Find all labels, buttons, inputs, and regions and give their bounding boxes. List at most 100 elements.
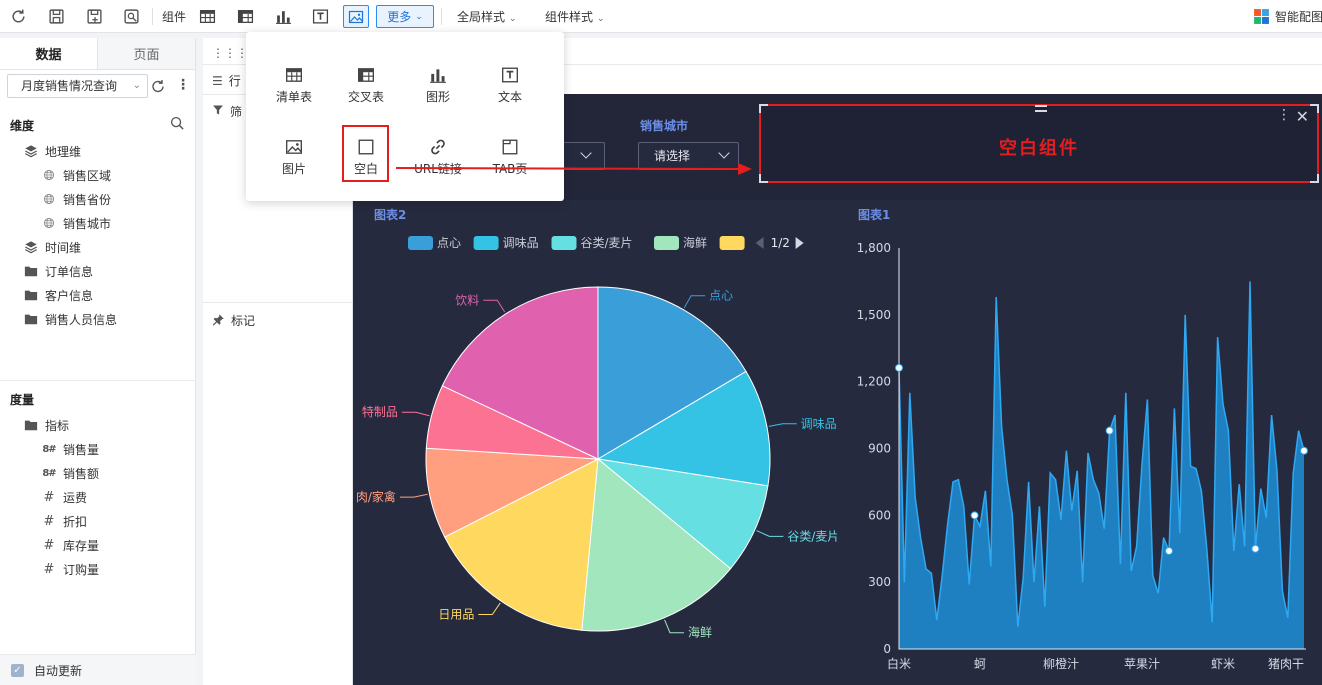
legend-label[interactable]: 谷类/麦片	[581, 236, 633, 250]
close-icon[interactable]: ✕	[1296, 107, 1309, 126]
popup-item-list-table[interactable]: 清单表	[258, 64, 330, 114]
field-item[interactable]: # 库存量	[0, 533, 196, 557]
pie-label: 调味品	[801, 417, 837, 431]
resize-handle[interactable]	[759, 174, 768, 183]
legend-swatch[interactable]	[473, 236, 499, 250]
resize-handle[interactable]	[1310, 174, 1319, 183]
field-item[interactable]: 指标	[0, 413, 196, 437]
field-item[interactable]: # 折扣	[0, 509, 196, 533]
drag-handle-icon[interactable]	[1035, 105, 1047, 112]
save-as-icon[interactable]	[83, 6, 105, 26]
globe-icon	[42, 192, 56, 206]
global-style-menu[interactable]: 全局样式 ⌄	[457, 8, 517, 25]
data-panel: 数据 页面 月度销售情况查询 ⌄ ⋮ 维度 度量 ✓ 自动更新 地理维 销售区域销…	[0, 38, 196, 685]
hash-icon: #	[43, 537, 55, 553]
legend-label[interactable]: 调味品	[503, 236, 539, 250]
field-item[interactable]: 客户信息	[0, 283, 196, 307]
data-point[interactable]	[1251, 544, 1260, 553]
field-item-label: 销售省份	[63, 192, 112, 207]
smart-config-label[interactable]: 智能配图	[1275, 8, 1322, 25]
legend-prev-icon[interactable]	[755, 237, 764, 249]
component-style-menu[interactable]: 组件样式 ⌄	[545, 8, 605, 25]
field-item[interactable]: 8# 销售额	[0, 461, 196, 485]
field-item-label: 销售额	[63, 466, 100, 481]
field-item[interactable]: 销售人员信息	[0, 307, 196, 331]
more-button[interactable]: 更多 ⌄	[376, 5, 434, 28]
filter-select-1[interactable]	[560, 142, 605, 170]
list-table-icon[interactable]	[196, 6, 218, 26]
field-item[interactable]: # 运费	[0, 485, 196, 509]
image-button[interactable]	[343, 5, 369, 28]
filter-shelf[interactable]: 筛	[212, 103, 242, 120]
search-icon[interactable]	[170, 116, 185, 134]
field-item[interactable]: 销售区域	[0, 163, 196, 187]
dataset-name: 月度销售情况查询	[21, 79, 118, 93]
dataset-select[interactable]: 月度销售情况查询 ⌄	[7, 74, 148, 98]
chart1-panel[interactable]: 图表1 0 300 600 900 1,200 1,500 1,800 白米蚵柳橙汁 苹果汁 虾米…	[840, 200, 1322, 685]
popup-item-cross-table[interactable]: 交叉表	[330, 64, 402, 114]
popup-item-label: 文本	[497, 90, 522, 104]
refresh-icon[interactable]	[7, 6, 29, 26]
mark-shelf[interactable]: 标记	[212, 312, 255, 329]
legend-label[interactable]: 点心	[437, 236, 461, 250]
popup-item-chart[interactable]: 图形	[402, 64, 474, 114]
popup-item-label: URL链接	[414, 162, 462, 176]
refresh-icon[interactable]	[150, 78, 166, 94]
city-filter-select[interactable]: 请选择	[638, 142, 739, 170]
pie-label-line	[399, 493, 428, 498]
popup-item-tab[interactable]: TAB页	[474, 136, 546, 186]
row-shelf[interactable]: ☰ 行	[212, 72, 241, 89]
legend-label[interactable]: 海鲜	[683, 235, 707, 250]
popup-item-label: 图片	[281, 162, 306, 176]
blank-component[interactable]: 空白组件 ⋮ ✕	[759, 104, 1319, 183]
popup-item-text[interactable]: 文本	[474, 64, 546, 114]
field-item-label: 销售人员信息	[45, 312, 118, 327]
filter-icon	[212, 104, 224, 119]
pie-chart: 点心调味品谷类/麦片海鲜日用品肉/家禽特制品饮料点心 调味品 谷类/麦片 海鲜 1/2	[356, 235, 837, 640]
cross-table-icon[interactable]	[234, 6, 256, 26]
data-point[interactable]	[1105, 426, 1114, 435]
pie-label-line	[401, 411, 430, 417]
more-vertical-icon[interactable]: ⋮	[1277, 108, 1291, 122]
popup-item-url[interactable]: URL链接	[402, 136, 474, 186]
data-point[interactable]	[1300, 446, 1308, 455]
pie-label: 特制品	[362, 404, 398, 419]
auto-update-checkbox[interactable]: ✓ 自动更新	[0, 654, 196, 685]
pie-label: 谷类/麦片	[787, 529, 837, 543]
legend-swatch[interactable]	[654, 236, 679, 250]
field-item[interactable]: # 订购量	[0, 557, 196, 581]
field-item-label: 销售城市	[63, 216, 112, 231]
text-icon	[502, 67, 518, 83]
popup-item-image[interactable]: 图片	[258, 136, 330, 186]
globe-icon	[42, 216, 56, 230]
bar-chart-icon[interactable]	[272, 6, 294, 26]
chart2-panel[interactable]: 图表2 点心 调味品 谷类/麦片 海鲜 日用品 肉/家禽 特制品 饮料 点心 调味品 谷类/麦片 海鲜…	[353, 200, 837, 685]
area-series[interactable]	[899, 281, 1304, 649]
preview-icon[interactable]	[120, 6, 142, 26]
data-point[interactable]	[895, 363, 903, 372]
field-item[interactable]: 8# 销售量	[0, 437, 196, 461]
legend-swatch[interactable]	[408, 236, 433, 250]
field-item[interactable]: 销售城市	[0, 211, 196, 235]
legend-next-icon[interactable]	[795, 237, 804, 249]
pie-label-line	[483, 299, 506, 313]
folder-icon	[24, 418, 38, 432]
save-icon[interactable]	[45, 6, 67, 26]
resize-handle[interactable]	[1310, 104, 1319, 113]
y-tick-label: 600	[868, 508, 891, 522]
image-icon	[286, 140, 302, 154]
field-item[interactable]: 销售省份	[0, 187, 196, 211]
resize-handle[interactable]	[759, 104, 768, 113]
smart-config-icon[interactable]	[1250, 6, 1272, 26]
text-icon[interactable]	[309, 6, 331, 26]
tab-page[interactable]: 页面	[97, 38, 195, 69]
field-item[interactable]: 时间维	[0, 235, 196, 259]
data-point[interactable]	[1165, 546, 1173, 555]
legend-swatch[interactable]	[719, 236, 745, 250]
legend-swatch[interactable]	[551, 236, 577, 250]
field-item[interactable]: 订单信息	[0, 259, 196, 283]
field-item[interactable]: 地理维	[0, 139, 196, 163]
tab-data[interactable]: 数据	[0, 38, 97, 69]
data-point[interactable]	[970, 511, 979, 520]
more-vertical-icon[interactable]: ⋮	[176, 78, 190, 92]
